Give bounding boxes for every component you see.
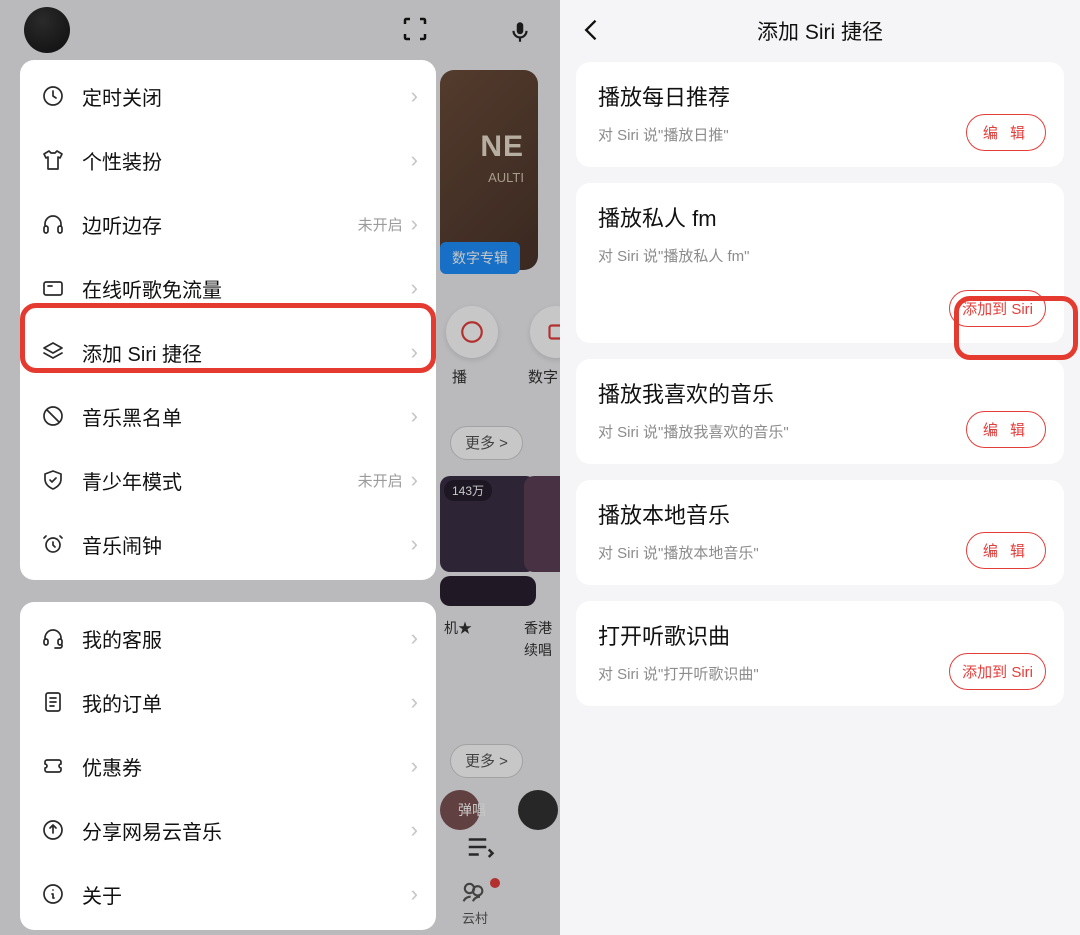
settings-row-doc[interactable]: 我的订单 ›: [20, 670, 436, 734]
avatar[interactable]: [24, 7, 70, 53]
row-label: 个性装扮: [82, 146, 162, 175]
edit-button[interactable]: 编 辑: [966, 411, 1046, 448]
settings-row-alarm[interactable]: 音乐闹钟 ›: [20, 512, 436, 576]
info-icon: [38, 882, 68, 906]
siri-card-title: 播放本地音乐: [598, 498, 1042, 530]
chevron-right-icon: ›: [411, 339, 418, 365]
chevron-right-icon: ›: [411, 881, 418, 907]
row-label: 我的客服: [82, 624, 162, 653]
card-icon: [38, 276, 68, 300]
settings-row-headphones[interactable]: 边听边存 未开启 ›: [20, 192, 436, 256]
settings-row-clock[interactable]: 定时关闭 ›: [20, 64, 436, 128]
row-label: 青少年模式: [82, 466, 182, 495]
ban-icon: [38, 404, 68, 428]
doc-icon: [38, 690, 68, 714]
siri-card-4: 打开听歌识曲对 Siri 说"打开听歌识曲"添加到 Siri: [576, 601, 1064, 706]
layers-icon: [38, 340, 68, 364]
share-icon: [38, 818, 68, 842]
chevron-right-icon: ›: [411, 817, 418, 843]
chevron-right-icon: ›: [411, 403, 418, 429]
settings-row-card[interactable]: 在线听歌免流量 ›: [20, 256, 436, 320]
page-title: 添加 Siri 捷径: [757, 16, 883, 46]
siri-card-0: 播放每日推荐对 Siri 说"播放日推"编 辑: [576, 62, 1064, 167]
scan-icon[interactable]: [400, 14, 432, 46]
chevron-right-icon: ›: [411, 625, 418, 651]
row-label: 优惠券: [82, 752, 142, 781]
chevron-right-icon: ›: [411, 83, 418, 109]
chevron-right-icon: ›: [411, 467, 418, 493]
chevron-right-icon: ›: [411, 275, 418, 301]
headset-icon: [38, 626, 68, 650]
chevron-right-icon: ›: [411, 753, 418, 779]
headphones-icon: [38, 212, 68, 236]
settings-row-shield[interactable]: 青少年模式 未开启 ›: [20, 448, 436, 512]
settings-row-ban[interactable]: 音乐黑名单 ›: [20, 384, 436, 448]
siri-card-title: 播放我喜欢的音乐: [598, 377, 1042, 409]
row-label: 音乐黑名单: [82, 402, 182, 431]
siri-card-title: 播放私人 fm: [598, 201, 1042, 233]
siri-card-sub: 对 Siri 说"播放私人 fm": [598, 245, 1042, 266]
back-icon[interactable]: [578, 16, 608, 46]
row-label: 我的订单: [82, 688, 162, 717]
settings-row-headset[interactable]: 我的客服 ›: [20, 606, 436, 670]
row-label: 定时关闭: [82, 82, 162, 111]
shirt-icon: [38, 148, 68, 172]
settings-row-shirt[interactable]: 个性装扮 ›: [20, 128, 436, 192]
shield-icon: [38, 468, 68, 492]
siri-card-title: 播放每日推荐: [598, 80, 1042, 112]
edit-button[interactable]: 编 辑: [966, 114, 1046, 151]
add-to-siri-button[interactable]: 添加到 Siri: [949, 290, 1046, 327]
add-to-siri-button[interactable]: 添加到 Siri: [949, 653, 1046, 690]
settings-row-layers[interactable]: 添加 Siri 捷径 ›: [20, 320, 436, 384]
chevron-right-icon: ›: [411, 689, 418, 715]
siri-card-1: 播放私人 fm 对 Siri 说"播放私人 fm" 添加到 Siri: [576, 183, 1064, 343]
alarm-icon: [38, 532, 68, 556]
chevron-right-icon: ›: [411, 147, 418, 173]
siri-card-title: 打开听歌识曲: [598, 619, 1042, 651]
settings-group-1: 定时关闭›个性装扮›边听边存未开启›在线听歌免流量›添加 Siri 捷径›音乐黑…: [20, 60, 436, 580]
row-label: 在线听歌免流量: [82, 274, 222, 303]
chevron-right-icon: ›: [411, 211, 418, 237]
row-label: 边听边存: [82, 210, 162, 239]
row-label: 音乐闹钟: [82, 530, 162, 559]
row-status: 未开启: [358, 214, 403, 235]
row-label: 添加 Siri 捷径: [82, 338, 202, 367]
settings-row-ticket[interactable]: 优惠券 ›: [20, 734, 436, 798]
row-label: 关于: [82, 880, 122, 909]
clock-icon: [38, 84, 68, 108]
siri-card-3: 播放本地音乐对 Siri 说"播放本地音乐"编 辑: [576, 480, 1064, 585]
chevron-right-icon: ›: [411, 531, 418, 557]
edit-button[interactable]: 编 辑: [966, 532, 1046, 569]
siri-card-2: 播放我喜欢的音乐对 Siri 说"播放我喜欢的音乐"编 辑: [576, 359, 1064, 464]
row-status: 未开启: [358, 470, 403, 491]
row-label: 分享网易云音乐: [82, 816, 222, 845]
settings-row-share[interactable]: 分享网易云音乐 ›: [20, 798, 436, 862]
settings-group-2: 我的客服 › 我的订单 › 优惠券 › 分享网易云音乐 › 关于 ›: [20, 602, 436, 930]
ticket-icon: [38, 754, 68, 778]
siri-shortcuts-screen: 添加 Siri 捷径 播放每日推荐对 Siri 说"播放日推"编 辑播放私人 f…: [560, 0, 1080, 935]
settings-row-info[interactable]: 关于 ›: [20, 862, 436, 926]
settings-drawer: 定时关闭›个性装扮›边听边存未开启›在线听歌免流量›添加 Siri 捷径›音乐黑…: [20, 0, 436, 935]
